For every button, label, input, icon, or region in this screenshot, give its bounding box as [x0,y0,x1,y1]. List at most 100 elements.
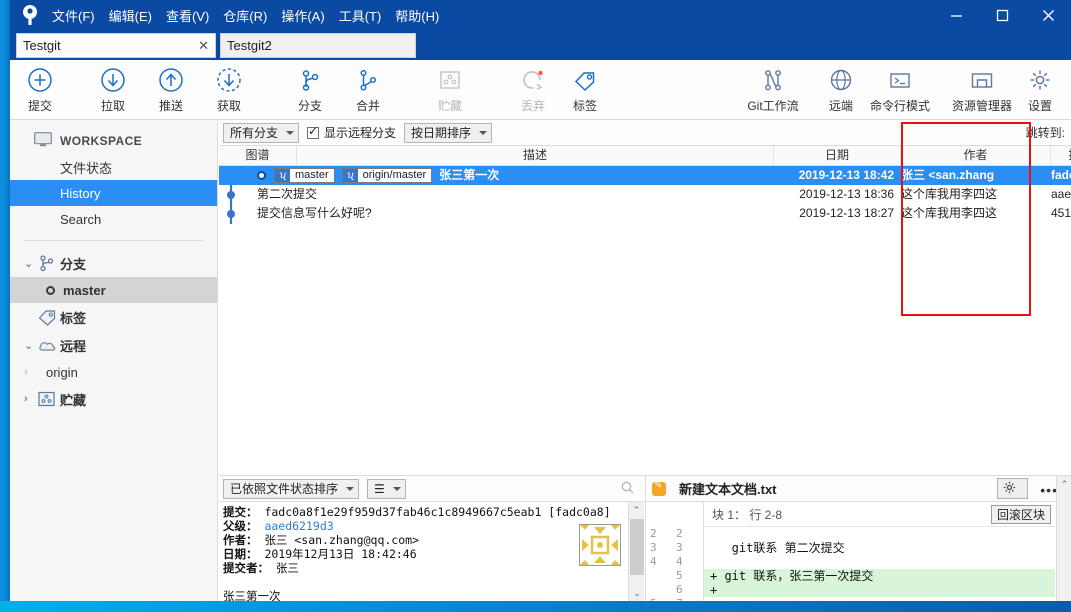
checkbox-icon[interactable] [307,124,320,139]
sidebar-group-remotes-label: 远程 [60,338,87,354]
tab-testgit[interactable]: Testgit ✕ [16,33,216,58]
branch-icon: ʯ [342,169,358,182]
column-header-commit[interactable]: 提交 [1051,146,1071,165]
commit-date-cell: 2019-12-13 18:36 [799,187,894,201]
scroll-up-icon[interactable]: ⌃ [1057,476,1071,492]
diff-scrollbar[interactable]: ⌃ [1056,476,1071,601]
minimize-button[interactable] [933,0,979,30]
view-mode-dropdown[interactable]: ☰ [367,478,406,499]
sidebar-remote-origin[interactable]: › origin [10,359,217,385]
scrollbar-thumb[interactable] [630,519,644,575]
sidebar-item-file-status[interactable]: 文件状态 [10,154,217,180]
column-header-date[interactable]: 日期 [774,146,901,165]
sidebar-item-history[interactable]: History [10,180,217,206]
diff-line-number-row: 6 [646,583,703,597]
toolbar-gitflow-label: Git工作流 [747,99,799,113]
chevron-right-icon[interactable]: › [24,393,38,405]
file-sort-dropdown[interactable]: 已依照文件状态排序 [223,478,360,499]
toolbar-terminal[interactable]: 命令行模式 [858,64,942,118]
branch-icon: ʯ [275,169,290,182]
sort-dropdown[interactable]: 按日期排序 [404,122,493,143]
commit-detail-scrollbar[interactable]: ⌃ ⌄ [628,502,644,601]
toolbar-merge-label: 合并 [355,99,380,113]
branch-filter-value: 所有分支 [230,126,279,140]
diff-line-added: + git 联系，张三第一次提交 [704,569,1055,583]
commit-message: 张三第一次 [439,168,500,182]
plus-circle-icon [10,64,70,96]
new-line-number: 4 [676,555,683,568]
toolbar-settings[interactable]: 设置 [1010,64,1070,118]
menu-item-repository[interactable]: 仓库(R) [223,6,267,25]
arrow-up-circle-icon [141,64,201,96]
detail-value-committer: 张三 [275,561,299,575]
toolbar-branch[interactable]: 分支 [280,64,340,118]
toolbar-fetch-label: 获取 [216,99,241,113]
menu-item-edit[interactable]: 编辑(E) [109,6,152,25]
desktop-taskbar-strip [0,601,1071,612]
toolbar-stash[interactable]: 贮藏 [420,64,480,118]
sidebar-group-remotes[interactable]: ⌄ 远程 [10,331,217,359]
sidebar-group-tags-label: 标签 [60,310,87,326]
scroll-up-icon[interactable]: ⌃ [629,502,644,518]
menu-item-file[interactable]: 文件(F) [52,6,95,25]
detail-key-committer: 提交者： [223,561,269,575]
detail-value-parent[interactable]: aaed6219d3 [264,519,333,533]
new-line-number: 3 [676,541,683,554]
toolbar-gitflow[interactable]: Git工作流 [737,64,809,118]
toolbar-pull[interactable]: 拉取 [83,64,143,118]
identicon-avatar [579,524,621,566]
file-sort-value: 已依照文件状态排序 [230,482,339,496]
commit-message: 第二次提交 [257,187,318,201]
menu-item-help[interactable]: 帮助(H) [395,6,439,25]
menu-bar[interactable]: 文件(F) 编辑(E) 查看(V) 仓库(R) 操作(A) 工具(T) 帮助(H… [52,0,453,30]
sidebar-item-history-label: History [60,185,101,201]
column-header-description[interactable]: 描述 [297,146,774,165]
scroll-down-icon[interactable]: ⌄ [629,585,645,601]
maximize-button[interactable] [979,0,1025,30]
show-remote-branches-checkbox[interactable]: 显示远程分支 [307,124,396,141]
chevron-down-icon[interactable]: ⌄ [24,257,38,270]
toolbar-commit[interactable]: 提交 [10,64,70,118]
ref-tag-master[interactable]: ʯ master [274,168,335,183]
toolbar-fetch[interactable]: 获取 [199,64,259,118]
chevron-down-icon [286,130,295,135]
sidebar-group-branches[interactable]: ⌄ 分支 [10,249,217,277]
detail-key-parent: 父级： [223,519,258,533]
branch-filter-dropdown[interactable]: 所有分支 [223,122,300,143]
menu-item-tools[interactable]: 工具(T) [339,6,382,25]
old-line-number: 2 [650,527,657,540]
toolbar-push[interactable]: 推送 [141,64,201,118]
sidebar-branch-master[interactable]: master [10,277,217,303]
jump-to-label: 跳转到: [1025,126,1065,140]
column-header-graph[interactable]: 图谱 [219,146,297,165]
toolbar-terminal-label: 命令行模式 [869,99,930,113]
sidebar-group-tags[interactable]: 标签 [10,303,217,331]
chevron-down-icon[interactable]: ⌄ [24,339,38,352]
toolbar-pull-label: 拉取 [100,99,125,113]
diff-line-number-row: 5 [646,569,703,583]
detail-key-author: 作者： [223,533,258,547]
toolbar-discard[interactable]: 丢弃 [503,64,563,118]
sidebar-item-search[interactable]: Search [10,206,217,232]
tab-testgit-close-icon[interactable]: ✕ [188,38,209,54]
diff-line-number-row: 44 [646,555,703,569]
rollback-hunk-button[interactable]: 回滚区块 [990,505,1051,524]
sourcetree-logo-icon [18,4,42,27]
menu-item-actions[interactable]: 操作(A) [281,6,324,25]
sidebar-divider [24,240,203,241]
toolbar-tag[interactable]: 标签 [555,64,615,118]
monitor-icon [34,132,52,150]
close-button[interactable] [1025,0,1071,30]
toolbar-commit-label: 提交 [27,99,52,113]
toolbar-merge[interactable]: 合并 [338,64,398,118]
sidebar-group-stashes[interactable]: › 贮藏 [10,385,217,413]
diff-settings-button[interactable] [997,478,1028,499]
chevron-right-icon[interactable]: › [24,366,38,378]
tab-testgit2[interactable]: Testgit2 [220,33,416,58]
sort-value: 按日期排序 [411,126,472,140]
search-icon[interactable] [621,481,634,497]
diff-hunk-label: 块 1： 行 2-8 [712,507,783,522]
menu-item-view[interactable]: 查看(V) [166,6,209,25]
ref-tag-origin-master[interactable]: ʯ origin/master [341,168,433,183]
cloud-icon [38,338,60,352]
